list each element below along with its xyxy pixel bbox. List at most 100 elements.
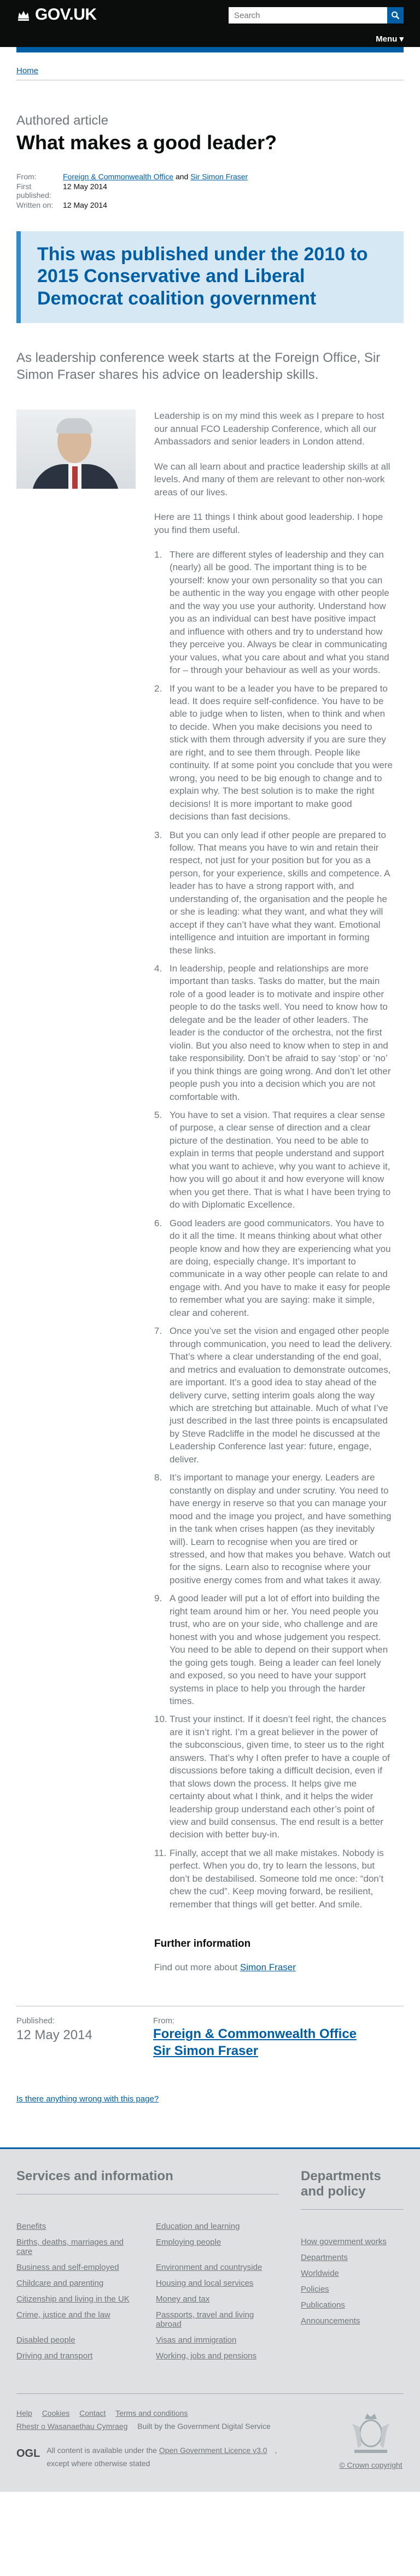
ogl-logo: OGL	[16, 2447, 40, 2460]
simon-fraser-link[interactable]: Simon Fraser	[240, 1962, 296, 1972]
footer-link[interactable]: Housing and local services	[156, 2279, 279, 2288]
article-text: Leadership is on my mind this week as I …	[154, 409, 393, 1974]
footer-meta: Help Cookies Contact Terms and condition…	[16, 2393, 404, 2470]
point-text: It’s important to manage your energy. Le…	[170, 1472, 392, 1585]
from-org-link-fco[interactable]: Foreign & Commonwealth Office	[63, 172, 173, 181]
header-rule	[16, 47, 404, 52]
point-number: 8.	[154, 1472, 162, 1483]
org-link-fraser[interactable]: Sir Simon Fraser	[153, 2044, 258, 2058]
footer-link[interactable]: Business and self-employed	[16, 2263, 139, 2272]
footer-terms-link[interactable]: Terms and conditions	[115, 2409, 188, 2417]
from-column: From: Foreign & Commonwealth Office Sir …	[153, 2016, 404, 2059]
footer-link[interactable]: Education and learning	[156, 2222, 279, 2231]
licence-link[interactable]: Open Government Licence v3.0	[159, 2446, 267, 2455]
from-and: and	[173, 172, 191, 181]
footer-link[interactable]: How government works	[301, 2237, 387, 2246]
footer-link[interactable]: Births, deaths, marriages and care	[16, 2238, 139, 2256]
footer-link[interactable]: Crime, justice and the law	[16, 2310, 139, 2329]
footer-link[interactable]: Disabled people	[16, 2335, 139, 2345]
footer-link[interactable]: Benefits	[16, 2222, 139, 2231]
point-text: There are different styles of leadership…	[170, 549, 389, 676]
footer-link[interactable]: Driving and transport	[16, 2351, 139, 2361]
from-org-link-fraser[interactable]: Sir Simon Fraser	[190, 172, 248, 181]
footer-link[interactable]: Policies	[301, 2285, 329, 2294]
breadcrumb-home[interactable]: Home	[16, 66, 38, 75]
point-text: A good leader will put a lot of effort i…	[170, 1593, 388, 1706]
footer-link[interactable]: Departments	[301, 2253, 348, 2262]
services-heading: Services and information	[16, 2169, 279, 2195]
point-text: Good leaders are good communicators. You…	[170, 1217, 391, 1318]
list-item: 6. Good leaders are good communicators. Y…	[154, 1217, 393, 1320]
footer-link[interactable]: Announcements	[301, 2316, 360, 2326]
footer-meta-links: Help Cookies Contact Terms and condition…	[16, 2407, 301, 2470]
footer-link[interactable]: Employing people	[156, 2238, 279, 2256]
photo-column	[16, 409, 137, 1974]
footer-contact-link[interactable]: Contact	[79, 2409, 106, 2417]
header-bar: GOV.UK	[0, 0, 420, 30]
meta-written-on: Written on: 12 May 2014	[16, 201, 404, 209]
search-icon	[392, 11, 400, 20]
meta-from-label: From:	[16, 172, 37, 181]
point-text: You have to set a vision. That requires …	[170, 1110, 391, 1210]
page-title: What makes a good leader?	[16, 131, 277, 154]
meta-first-published: First published: 12 May 2014	[16, 182, 404, 200]
meta-from: From: Foreign & Commonwealth Office and …	[16, 172, 404, 181]
main-content: Authored article What makes a good leade…	[0, 113, 420, 2059]
point-number: 7.	[154, 1326, 162, 1337]
from-label: From:	[153, 2016, 175, 2025]
menu-bar: Menu ▾	[0, 30, 420, 47]
menu-toggle[interactable]: Menu ▾	[376, 34, 404, 44]
footer-link[interactable]: Worldwide	[301, 2269, 339, 2278]
list-item: 2. If you want to be a leader you have to…	[154, 682, 393, 823]
list-item: 1. There are different styles of leadersh…	[154, 548, 393, 677]
footer-cookies-link[interactable]: Cookies	[42, 2409, 70, 2417]
org-link-fco[interactable]: Foreign & Commonwealth Office	[153, 2027, 357, 2041]
site-footer: Services and information Benefits Educat…	[0, 2149, 420, 2492]
point-number: 4.	[154, 963, 162, 974]
meta-first-published-value: 12 May 2014	[63, 182, 107, 191]
meta-written-on-label: Written on:	[16, 200, 54, 209]
footer-link[interactable]: Citizenship and living in the UK	[16, 2294, 139, 2304]
footer-link[interactable]: Visas and immigration	[156, 2335, 279, 2345]
copyright-link[interactable]: © Crown copyright	[339, 2461, 402, 2469]
point-number: 1.	[154, 549, 162, 560]
point-number: 6.	[154, 1217, 162, 1228]
point-number: 3.	[154, 829, 162, 840]
point-number: 2.	[154, 683, 162, 694]
point-text: Once you’ve set the vision and engaged o…	[170, 1326, 392, 1465]
intro-paragraph: Here are 11 things I think about good le…	[154, 512, 383, 535]
published-label: Published:	[16, 2016, 55, 2025]
footer-link[interactable]: Money and tax	[156, 2294, 279, 2304]
footer-link[interactable]: Working, jobs and pensions	[156, 2351, 279, 2361]
further-information: Further information Find out more about …	[154, 1937, 393, 1974]
footer-welsh-link[interactable]: Rhestr o Wasanaethau Cymraeg	[16, 2422, 127, 2431]
search-input[interactable]	[229, 7, 387, 24]
footer-link[interactable]: Publications	[301, 2300, 345, 2310]
point-number: 5.	[154, 1110, 162, 1121]
leadership-points-list: 1. There are different styles of leadersh…	[154, 548, 393, 1911]
list-item: 11. Finally, accept that we all make mist…	[154, 1847, 393, 1911]
govuk-logo-link[interactable]: GOV.UK	[16, 5, 97, 24]
copyright-block: © Crown copyright	[338, 2407, 404, 2470]
meta-written-on-value: 12 May 2014	[63, 200, 107, 209]
point-text: Trust your instinct. If it doesn’t feel …	[170, 1714, 390, 1840]
footer-built-by: Built by the Government Digital Service	[137, 2422, 271, 2431]
footer-help-link[interactable]: Help	[16, 2409, 32, 2417]
intro-paragraph: Leadership is on my mind this week as I …	[154, 411, 384, 447]
footer-link[interactable]: Childcare and parenting	[16, 2279, 139, 2288]
footer-link[interactable]: Passports, travel and living abroad	[156, 2310, 279, 2329]
document-type: Authored article	[16, 113, 109, 128]
list-item: 9. A good leader will put a lot of effort…	[154, 1592, 393, 1707]
publication-metadata: Published: 12 May 2014 From: Foreign & C…	[16, 2005, 404, 2059]
footer-link[interactable]: Environment and countryside	[156, 2263, 279, 2272]
list-item: 5. You have to set a vision. That require…	[154, 1109, 393, 1211]
services-section: Services and information Benefits Educat…	[16, 2169, 279, 2361]
published-column: Published: 12 May 2014	[16, 2016, 153, 2059]
footer-navigation: Services and information Benefits Educat…	[16, 2169, 404, 2361]
licence-prefix: All content is available under the	[46, 2445, 159, 2455]
point-number: 11.	[154, 1847, 167, 1858]
article-body: Leadership is on my mind this week as I …	[16, 409, 404, 1974]
report-problem-link[interactable]: Is there anything wrong with this page?	[16, 2094, 159, 2104]
search-button[interactable]	[387, 7, 404, 24]
further-heading: Further information	[154, 1938, 251, 1950]
